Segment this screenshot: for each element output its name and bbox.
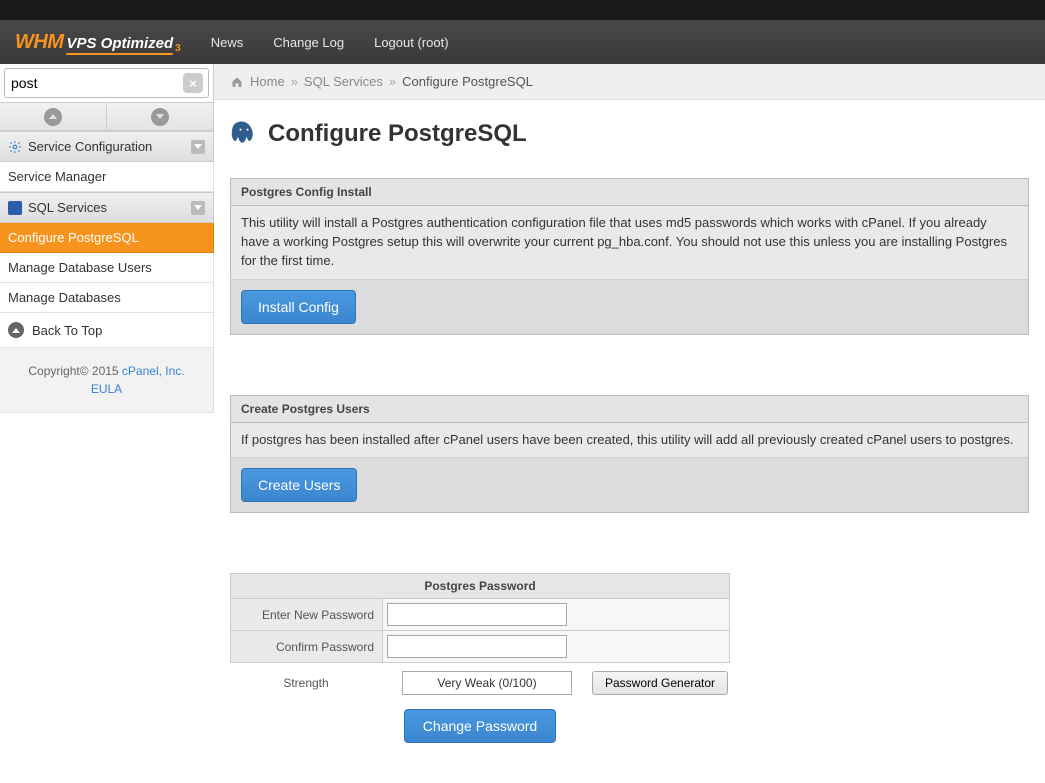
breadcrumb-sep: » [389,74,396,89]
create-users-button[interactable]: Create Users [241,468,357,502]
install-config-button[interactable]: Install Config [241,290,356,324]
search-input[interactable] [4,68,209,98]
page-title-row: Configure PostgreSQL [214,100,1045,178]
whm-logo: WHM VPS Optimized 3 [15,31,181,54]
top-strip [0,0,1045,20]
sidebar-sql-label: SQL Services [28,200,107,215]
clear-search-icon[interactable]: × [183,73,203,93]
strength-indicator: Very Weak (0/100) [402,671,572,695]
sidebar-item-service-manager[interactable]: Service Manager [0,162,214,192]
confirm-password-label: Confirm Password [231,631,383,662]
chevron-down-icon [191,140,205,154]
breadcrumb-sep: » [291,74,298,89]
nav-changelog[interactable]: Change Log [273,35,344,50]
password-section-title: Postgres Password [230,573,730,599]
main-content: Home » SQL Services » Configure PostgreS… [214,64,1045,783]
panel-install-config: Postgres Config Install This utility wil… [230,178,1029,335]
sidebar: × Service Configuration Service Manager … [0,64,214,783]
nav-news[interactable]: News [211,35,244,50]
sidebar-section-service-config[interactable]: Service Configuration [0,131,214,162]
panel-body: This utility will install a Postgres aut… [231,206,1028,280]
strength-label: Strength [230,676,382,690]
search-cell: × [0,64,214,103]
breadcrumb-current: Configure PostgreSQL [402,74,533,89]
breadcrumb-sql[interactable]: SQL Services [304,74,383,89]
postgresql-icon [230,120,258,148]
sidebar-service-config-label: Service Configuration [28,139,152,154]
cpanel-link[interactable]: cPanel, Inc. [122,364,185,378]
panel-head: Postgres Config Install [231,179,1028,206]
nav-logout[interactable]: Logout (root) [374,35,448,50]
copyright: Copyright© 2015 cPanel, Inc. EULA [0,348,214,413]
arrow-up-icon [8,322,24,338]
enter-password-label: Enter New Password [231,599,383,630]
breadcrumb: Home » SQL Services » Configure PostgreS… [214,64,1045,100]
password-generator-button[interactable]: Password Generator [592,671,728,695]
header-bar: WHM VPS Optimized 3 News Change Log Logo… [0,20,1045,64]
logo-whm-text: WHM [15,31,63,54]
copyright-text: Copyright© 2015 [28,364,122,378]
gear-icon [8,140,22,154]
top-nav: News Change Log Logout (root) [211,35,449,50]
page-title: Configure PostgreSQL [268,120,527,148]
collapse-up-button[interactable] [0,103,107,131]
breadcrumb-home[interactable]: Home [250,74,285,89]
collapse-down-button[interactable] [107,103,214,131]
back-to-top[interactable]: Back To Top [0,313,214,348]
panel-create-users: Create Postgres Users If postgres has be… [230,395,1029,514]
new-password-input[interactable] [387,603,567,626]
home-icon [230,76,244,88]
sql-icon [8,201,22,215]
panel-head: Create Postgres Users [231,396,1028,423]
sidebar-item-manage-db-users[interactable]: Manage Database Users [0,253,214,283]
confirm-password-input[interactable] [387,635,567,658]
panel-body: If postgres has been installed after cPa… [231,423,1028,459]
sidebar-item-manage-databases[interactable]: Manage Databases [0,283,214,313]
logo-vps-text: VPS Optimized [66,35,173,52]
chevron-down-icon [191,201,205,215]
eula-link[interactable]: EULA [91,382,122,396]
sidebar-item-configure-postgresql[interactable]: Configure PostgreSQL [0,223,214,253]
back-to-top-label: Back To Top [32,323,102,338]
logo-suffix: 3 [175,43,181,54]
sidebar-section-sql-services[interactable]: SQL Services [0,192,214,223]
change-password-button[interactable]: Change Password [404,709,556,743]
password-section: Postgres Password Enter New Password Con… [230,573,730,743]
